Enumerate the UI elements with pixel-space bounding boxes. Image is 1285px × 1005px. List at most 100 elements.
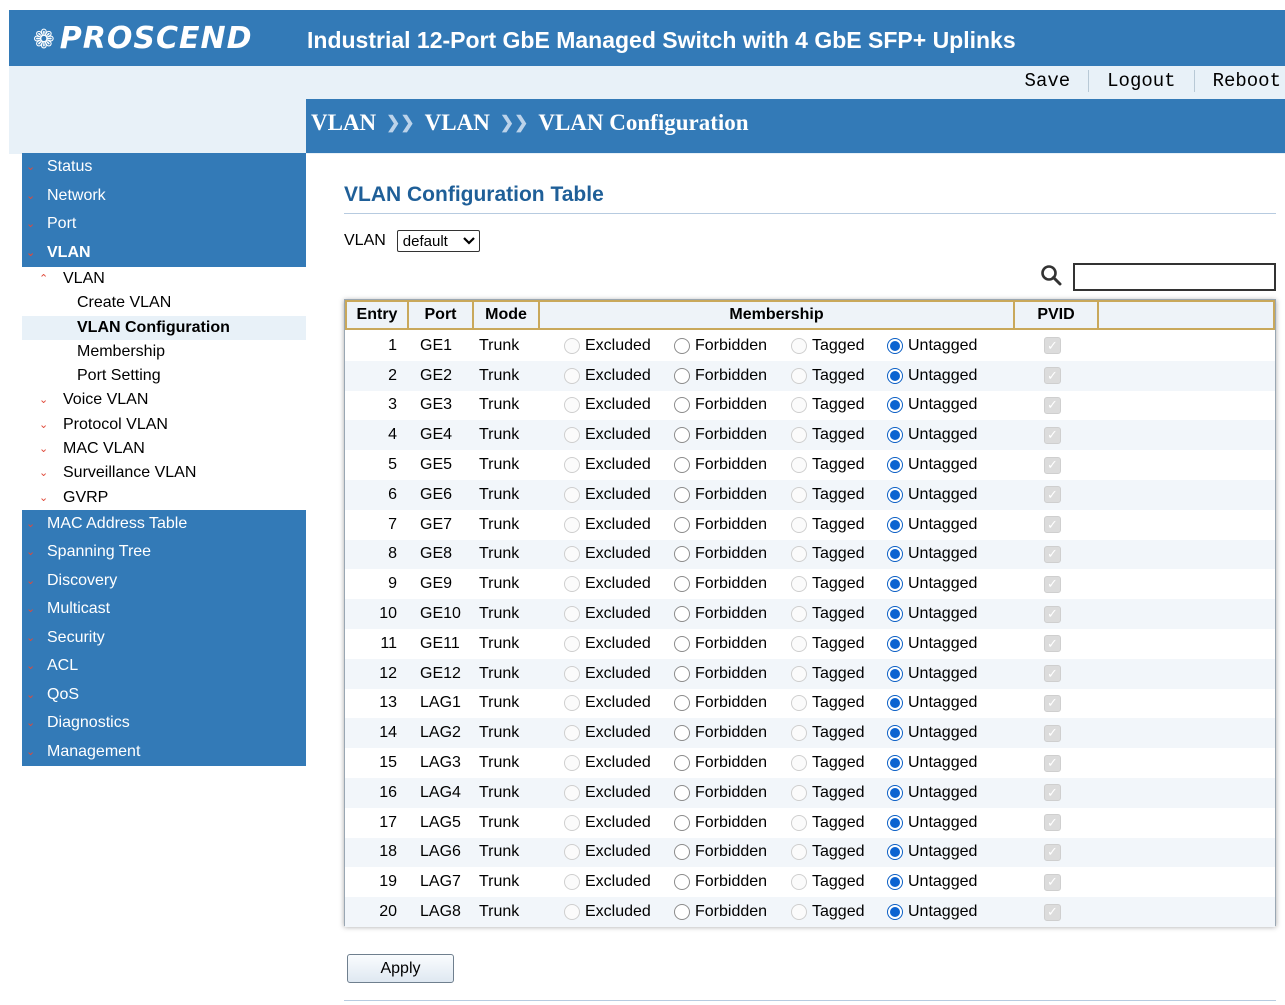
membership-forbidden-option[interactable]: Forbidden (674, 814, 791, 832)
membership-forbidden-option[interactable]: Forbidden (674, 784, 791, 802)
membership-forbidden-option[interactable]: Forbidden (674, 903, 791, 921)
membership-untagged-option[interactable]: Untagged (887, 784, 1037, 802)
submenu-protocol-vlan[interactable]: ⌄ Protocol VLAN (22, 413, 306, 437)
radio-button[interactable] (887, 784, 903, 801)
radio-button[interactable] (887, 486, 903, 503)
sidebar-item-vlan[interactable]: ⌄ VLAN (22, 238, 306, 267)
sidebar-item-status[interactable]: ⌄ Status (22, 153, 306, 182)
vlan-select[interactable]: default (396, 230, 480, 252)
radio-button[interactable] (887, 844, 903, 861)
save-link[interactable]: Save (1007, 70, 1089, 92)
radio-button[interactable] (674, 844, 690, 861)
membership-forbidden-option[interactable]: Forbidden (674, 694, 791, 712)
submenu-create-vlan[interactable]: Create VLAN (22, 291, 306, 315)
radio-button[interactable] (674, 755, 690, 772)
radio-button[interactable] (674, 337, 690, 354)
radio-button[interactable] (887, 814, 903, 831)
logout-link[interactable]: Logout (1088, 70, 1193, 92)
membership-forbidden-option[interactable]: Forbidden (674, 456, 791, 474)
submenu-mac-vlan[interactable]: ⌄ MAC VLAN (22, 437, 306, 461)
submenu-membership[interactable]: Membership (22, 340, 306, 364)
membership-forbidden-option[interactable]: Forbidden (674, 605, 791, 623)
membership-forbidden-option[interactable]: Forbidden (674, 873, 791, 891)
membership-untagged-option[interactable]: Untagged (887, 665, 1037, 683)
membership-untagged-option[interactable]: Untagged (887, 337, 1037, 355)
radio-button[interactable] (674, 486, 690, 503)
radio-button[interactable] (674, 367, 690, 384)
membership-forbidden-option[interactable]: Forbidden (674, 516, 791, 534)
radio-button[interactable] (674, 606, 690, 623)
radio-button[interactable] (887, 695, 903, 712)
search-input[interactable] (1073, 263, 1276, 291)
membership-untagged-option[interactable]: Untagged (887, 694, 1037, 712)
sidebar-item-port[interactable]: ⌄ Port (22, 210, 306, 239)
membership-untagged-option[interactable]: Untagged (887, 903, 1037, 921)
membership-untagged-option[interactable]: Untagged (887, 575, 1037, 593)
submenu-voice-vlan[interactable]: ⌄ Voice VLAN (22, 388, 306, 412)
radio-button[interactable] (887, 427, 903, 444)
radio-button[interactable] (674, 397, 690, 414)
radio-button[interactable] (674, 576, 690, 593)
radio-button[interactable] (887, 457, 903, 474)
submenu-port-setting[interactable]: Port Setting (22, 364, 306, 388)
apply-button[interactable]: Apply (347, 954, 454, 983)
membership-untagged-option[interactable]: Untagged (887, 396, 1037, 414)
radio-button[interactable] (887, 337, 903, 354)
radio-button[interactable] (887, 665, 903, 682)
membership-untagged-option[interactable]: Untagged (887, 516, 1037, 534)
membership-forbidden-option[interactable]: Forbidden (674, 337, 791, 355)
sidebar-item-mac-address-table[interactable]: ⌄ MAC Address Table (22, 509, 306, 539)
radio-button[interactable] (674, 457, 690, 474)
membership-untagged-option[interactable]: Untagged (887, 367, 1037, 385)
membership-forbidden-option[interactable]: Forbidden (674, 635, 791, 653)
radio-button[interactable] (887, 516, 903, 533)
membership-untagged-option[interactable]: Untagged (887, 754, 1037, 772)
sidebar-item-qos[interactable]: ⌄ QoS (22, 680, 306, 710)
membership-untagged-option[interactable]: Untagged (887, 873, 1037, 891)
reboot-link[interactable]: Reboot (1193, 70, 1281, 92)
sidebar-item-security[interactable]: ⌄ Security (22, 623, 306, 653)
membership-forbidden-option[interactable]: Forbidden (674, 545, 791, 563)
membership-forbidden-option[interactable]: Forbidden (674, 665, 791, 683)
membership-untagged-option[interactable]: Untagged (887, 724, 1037, 742)
membership-untagged-option[interactable]: Untagged (887, 605, 1037, 623)
radio-button[interactable] (887, 725, 903, 742)
radio-button[interactable] (674, 725, 690, 742)
radio-button[interactable] (674, 427, 690, 444)
membership-forbidden-option[interactable]: Forbidden (674, 367, 791, 385)
membership-forbidden-option[interactable]: Forbidden (674, 754, 791, 772)
radio-button[interactable] (674, 516, 690, 533)
sidebar-item-multicast[interactable]: ⌄ Multicast (22, 595, 306, 624)
radio-button[interactable] (674, 665, 690, 682)
sidebar-item-network[interactable]: ⌄ Network (22, 181, 306, 210)
radio-button[interactable] (887, 874, 903, 891)
sidebar-item-spanning-tree[interactable]: ⌄ Spanning Tree (22, 538, 306, 567)
submenu-vlan-configuration[interactable]: VLAN Configuration (22, 315, 306, 340)
radio-button[interactable] (887, 606, 903, 623)
sidebar-item-acl[interactable]: ⌄ ACL (22, 652, 306, 681)
radio-button[interactable] (887, 904, 903, 921)
radio-button[interactable] (674, 874, 690, 891)
membership-forbidden-option[interactable]: Forbidden (674, 843, 791, 861)
radio-button[interactable] (887, 576, 903, 593)
membership-forbidden-option[interactable]: Forbidden (674, 724, 791, 742)
membership-forbidden-option[interactable]: Forbidden (674, 575, 791, 593)
radio-button[interactable] (887, 755, 903, 772)
membership-forbidden-option[interactable]: Forbidden (674, 396, 791, 414)
sidebar-item-discovery[interactable]: ⌄ Discovery (22, 566, 306, 596)
radio-button[interactable] (887, 397, 903, 414)
radio-button[interactable] (887, 546, 903, 563)
radio-button[interactable] (887, 635, 903, 652)
membership-untagged-option[interactable]: Untagged (887, 843, 1037, 861)
membership-untagged-option[interactable]: Untagged (887, 635, 1037, 653)
radio-button[interactable] (887, 367, 903, 384)
radio-button[interactable] (674, 814, 690, 831)
submenu-vlan-group[interactable]: ⌃ VLAN (22, 267, 306, 291)
submenu-gvrp[interactable]: ⌄ GVRP (22, 486, 306, 510)
radio-button[interactable] (674, 695, 690, 712)
sidebar-item-management[interactable]: ⌄ Management (22, 737, 306, 767)
membership-forbidden-option[interactable]: Forbidden (674, 486, 791, 504)
membership-untagged-option[interactable]: Untagged (887, 814, 1037, 832)
membership-forbidden-option[interactable]: Forbidden (674, 426, 791, 444)
membership-untagged-option[interactable]: Untagged (887, 426, 1037, 444)
